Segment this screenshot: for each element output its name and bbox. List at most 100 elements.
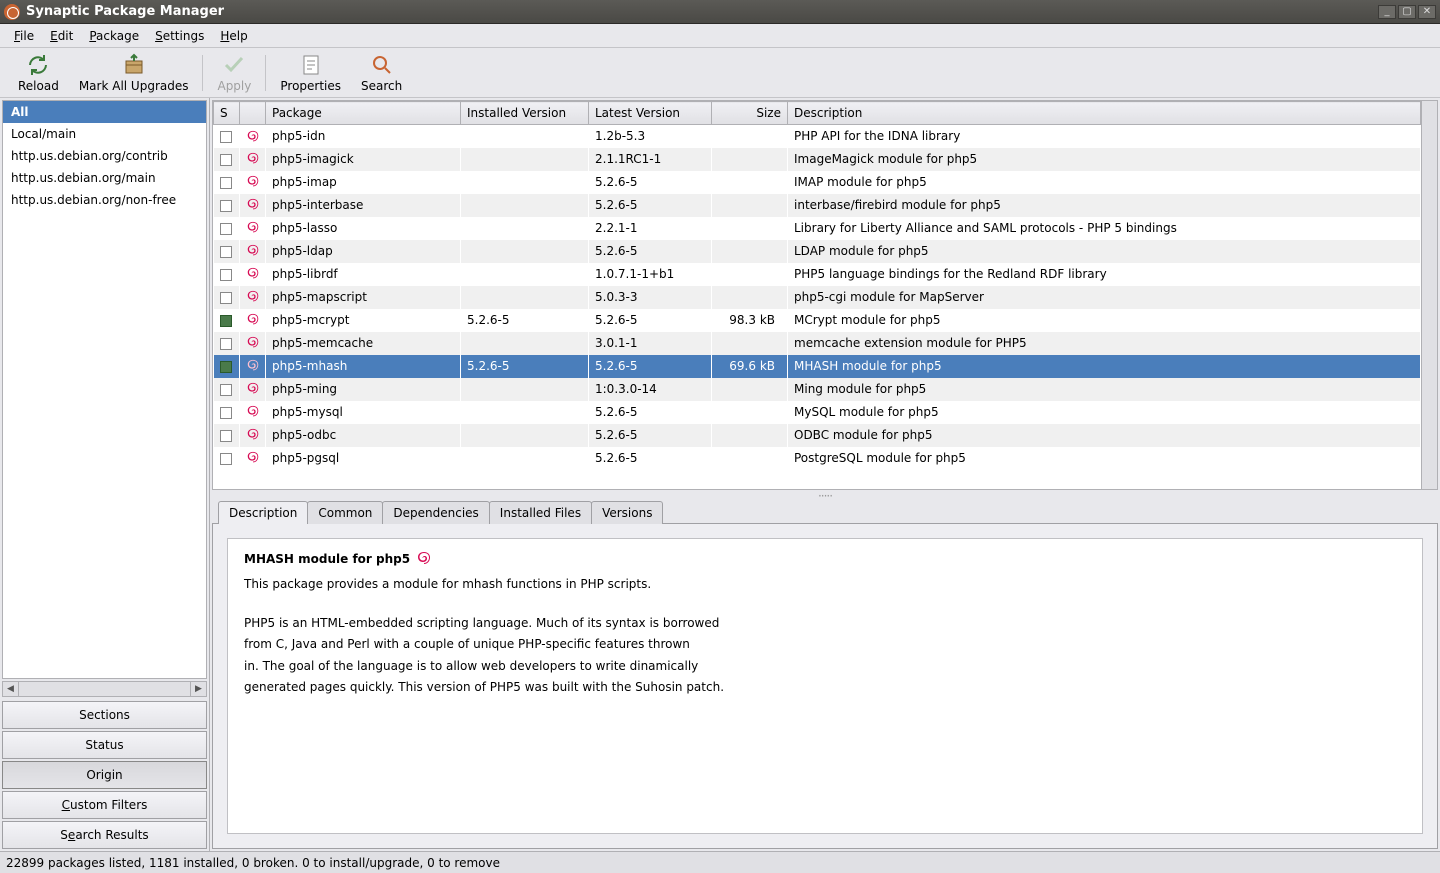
debian-icon: [246, 336, 260, 350]
cell-size: [712, 125, 788, 148]
cell-installed: [461, 286, 589, 309]
col-icon[interactable]: [240, 102, 266, 125]
cell-desc: MHASH module for php5: [788, 355, 1421, 378]
menu-help[interactable]: Help: [212, 26, 255, 46]
cell-installed: [461, 263, 589, 286]
status-checkbox[interactable]: [220, 154, 232, 166]
status-checkbox[interactable]: [220, 177, 232, 189]
debian-icon: [246, 428, 260, 442]
cell-package: php5-imap: [266, 171, 461, 194]
status-checkbox[interactable]: [220, 131, 232, 143]
debian-icon: [246, 244, 260, 258]
tab-versions[interactable]: Versions: [591, 501, 663, 524]
package-table: S Package Installed Version Latest Versi…: [213, 101, 1421, 470]
window-title: Synaptic Package Manager: [26, 4, 224, 19]
cell-desc: IMAP module for php5: [788, 171, 1421, 194]
col-description[interactable]: Description: [788, 102, 1421, 125]
properties-button[interactable]: Properties: [270, 51, 351, 95]
table-row[interactable]: php5-imagick2.1.1RC1-1ImageMagick module…: [214, 148, 1421, 171]
origin-button[interactable]: Origin: [2, 761, 207, 789]
scroll-left-icon[interactable]: ◀: [3, 682, 19, 696]
status-checkbox[interactable]: [220, 200, 232, 212]
splitter[interactable]: [210, 492, 1440, 500]
status-checkbox[interactable]: [220, 384, 232, 396]
status-checkbox[interactable]: [220, 223, 232, 235]
apply-icon: [222, 53, 246, 77]
col-status[interactable]: S: [214, 102, 240, 125]
search-button[interactable]: Search: [351, 51, 412, 95]
mark-all-upgrades-button[interactable]: Mark All Upgrades: [69, 51, 199, 95]
maximize-button[interactable]: ▢: [1398, 5, 1416, 19]
sidebar-item[interactable]: http.us.debian.org/non-free: [3, 189, 206, 211]
status-checkbox[interactable]: [220, 338, 232, 350]
table-row[interactable]: php5-odbc5.2.6-5ODBC module for php5: [214, 424, 1421, 447]
cell-package: php5-mapscript: [266, 286, 461, 309]
cell-latest: 5.2.6-5: [589, 447, 712, 470]
table-row[interactable]: php5-librdf1.0.7.1-1+b1PHP5 language bin…: [214, 263, 1421, 286]
debian-icon: [246, 451, 260, 465]
table-row[interactable]: php5-mysql5.2.6-5MySQL module for php5: [214, 401, 1421, 424]
menu-edit[interactable]: Edit: [42, 26, 81, 46]
search-results-button[interactable]: Search Results: [2, 821, 207, 849]
status-checkbox[interactable]: [220, 269, 232, 281]
status-checkbox[interactable]: [220, 361, 232, 373]
cell-size: [712, 447, 788, 470]
cell-size: 69.6 kB: [712, 355, 788, 378]
cell-installed: 5.2.6-5: [461, 309, 589, 332]
cell-size: [712, 424, 788, 447]
tab-common[interactable]: Common: [307, 501, 383, 524]
table-row[interactable]: php5-lasso2.2.1-1Library for Liberty All…: [214, 217, 1421, 240]
table-row[interactable]: php5-ming1:0.3.0-14Ming module for php5: [214, 378, 1421, 401]
col-package[interactable]: Package: [266, 102, 461, 125]
cell-installed: [461, 240, 589, 263]
table-vscroll[interactable]: [1421, 101, 1437, 489]
status-button[interactable]: Status: [2, 731, 207, 759]
debian-icon: [246, 130, 260, 144]
cell-latest: 1:0.3.0-14: [589, 378, 712, 401]
tab-installed-files[interactable]: Installed Files: [489, 501, 592, 524]
status-checkbox[interactable]: [220, 292, 232, 304]
cell-desc: MySQL module for php5: [788, 401, 1421, 424]
menu-package[interactable]: Package: [81, 26, 147, 46]
col-installed[interactable]: Installed Version: [461, 102, 589, 125]
status-checkbox[interactable]: [220, 407, 232, 419]
status-checkbox[interactable]: [220, 246, 232, 258]
status-checkbox[interactable]: [220, 453, 232, 465]
menu-bar: File Edit Package Settings Help: [0, 24, 1440, 48]
table-row[interactable]: php5-idn1.2b-5.3PHP API for the IDNA lib…: [214, 125, 1421, 148]
sidebar-item[interactable]: All: [3, 101, 206, 123]
sidebar-item[interactable]: Local/main: [3, 123, 206, 145]
detail-text: from C, Java and Perl with a couple of u…: [244, 635, 1406, 654]
table-row[interactable]: php5-mcrypt5.2.6-55.2.6-598.3 kBMCrypt m…: [214, 309, 1421, 332]
detail-text: in. The goal of the language is to allow…: [244, 657, 1406, 676]
custom-filters-button[interactable]: Custom Filters: [2, 791, 207, 819]
minimize-button[interactable]: _: [1378, 5, 1396, 19]
table-row[interactable]: php5-mapscript5.0.3-3php5-cgi module for…: [214, 286, 1421, 309]
sidebar-hscroll[interactable]: ◀▶: [2, 681, 207, 697]
menu-file[interactable]: File: [6, 26, 42, 46]
col-latest[interactable]: Latest Version: [589, 102, 712, 125]
table-row[interactable]: php5-mhash5.2.6-55.2.6-569.6 kBMHASH mod…: [214, 355, 1421, 378]
table-row[interactable]: php5-ldap5.2.6-5LDAP module for php5: [214, 240, 1421, 263]
apply-button: Apply: [207, 51, 261, 95]
tab-description[interactable]: Description: [218, 501, 308, 524]
sidebar-item[interactable]: http.us.debian.org/contrib: [3, 145, 206, 167]
tab-dependencies[interactable]: Dependencies: [382, 501, 489, 524]
status-checkbox[interactable]: [220, 430, 232, 442]
scroll-right-icon[interactable]: ▶: [190, 682, 206, 696]
cell-installed: [461, 332, 589, 355]
table-row[interactable]: php5-interbase5.2.6-5interbase/firebird …: [214, 194, 1421, 217]
menu-settings[interactable]: Settings: [147, 26, 212, 46]
close-button[interactable]: ✕: [1418, 5, 1436, 19]
sections-button[interactable]: Sections: [2, 701, 207, 729]
cell-size: [712, 332, 788, 355]
col-size[interactable]: Size: [712, 102, 788, 125]
table-row[interactable]: php5-pgsql5.2.6-5PostgreSQL module for p…: [214, 447, 1421, 470]
status-checkbox[interactable]: [220, 315, 232, 327]
table-row[interactable]: php5-memcache3.0.1-1memcache extension m…: [214, 332, 1421, 355]
cell-size: [712, 240, 788, 263]
sidebar-item[interactable]: http.us.debian.org/main: [3, 167, 206, 189]
table-row[interactable]: php5-imap5.2.6-5IMAP module for php5: [214, 171, 1421, 194]
cell-installed: [461, 401, 589, 424]
reload-button[interactable]: Reload: [8, 51, 69, 95]
